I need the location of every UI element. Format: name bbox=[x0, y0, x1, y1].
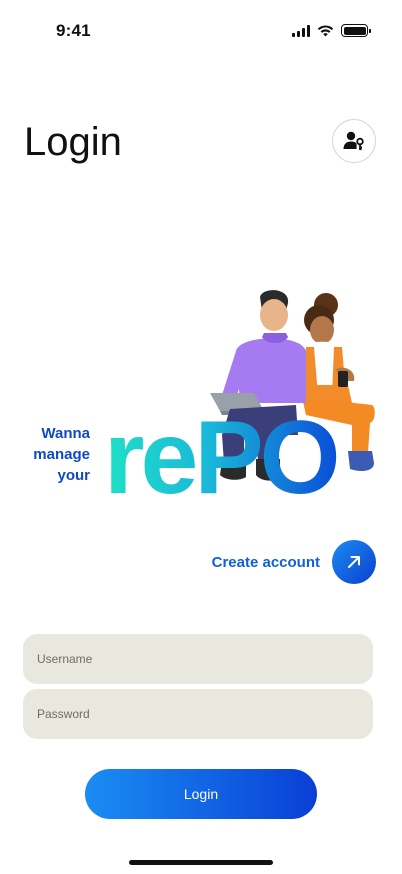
wifi-icon bbox=[317, 24, 334, 36]
tagline-line: manage bbox=[33, 446, 90, 463]
status-bar: 9:41 bbox=[0, 0, 402, 60]
repo-wordmark-logo: rePO bbox=[104, 403, 341, 499]
tagline-line: Wanna bbox=[41, 425, 90, 442]
home-indicator bbox=[129, 860, 273, 865]
status-icons bbox=[292, 24, 371, 37]
create-account-button[interactable] bbox=[332, 540, 376, 584]
create-account-label: Create account bbox=[211, 553, 320, 571]
svg-text:rePO: rePO bbox=[104, 403, 337, 499]
login-button[interactable]: Login bbox=[85, 769, 317, 819]
status-time: 9:41 bbox=[56, 21, 91, 40]
hero-tagline: Wanna manage your bbox=[33, 423, 90, 486]
signal-icon bbox=[292, 24, 310, 37]
create-account-link[interactable]: Create account bbox=[200, 540, 376, 584]
user-key-icon bbox=[343, 131, 364, 151]
tagline-line: your bbox=[57, 467, 90, 484]
username-input[interactable] bbox=[23, 634, 373, 684]
battery-icon bbox=[341, 24, 371, 37]
profile-key-button[interactable] bbox=[332, 119, 376, 163]
hero-section: Wanna manage your rePO bbox=[0, 285, 402, 515]
password-input[interactable] bbox=[23, 689, 373, 739]
arrow-up-right-icon bbox=[348, 556, 360, 568]
page-title: Login bbox=[24, 120, 122, 164]
